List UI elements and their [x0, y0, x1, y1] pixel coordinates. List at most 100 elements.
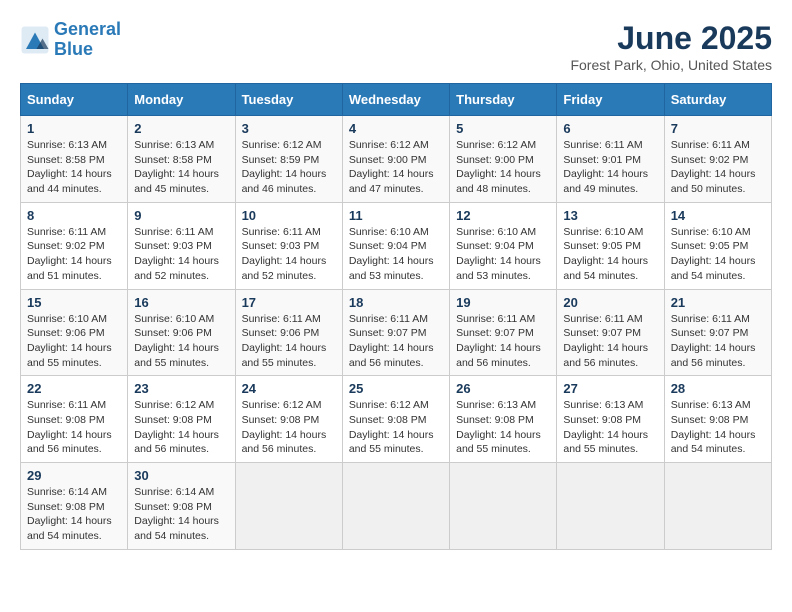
day-info: Sunrise: 6:11 AMSunset: 9:08 PMDaylight:… — [27, 398, 121, 457]
calendar-day-cell: 2 Sunrise: 6:13 AMSunset: 8:58 PMDaylight… — [128, 116, 235, 203]
day-number: 28 — [671, 381, 765, 396]
calendar-week-row: 29 Sunrise: 6:14 AMSunset: 9:08 PMDayligh… — [21, 463, 772, 550]
day-number: 18 — [349, 295, 443, 310]
day-info: Sunrise: 6:11 AMSunset: 9:02 PMDaylight:… — [671, 138, 765, 197]
day-info: Sunrise: 6:10 AMSunset: 9:04 PMDaylight:… — [349, 225, 443, 284]
calendar-week-row: 15 Sunrise: 6:10 AMSunset: 9:06 PMDayligh… — [21, 289, 772, 376]
day-of-week-header: Tuesday — [235, 84, 342, 116]
day-info: Sunrise: 6:12 AMSunset: 9:00 PMDaylight:… — [349, 138, 443, 197]
day-of-week-header: Wednesday — [342, 84, 449, 116]
day-number: 3 — [242, 121, 336, 136]
day-number: 21 — [671, 295, 765, 310]
calendar-day-cell: 25Sunrise: 6:12 AMSunset: 9:08 PMDayligh… — [342, 376, 449, 463]
calendar-day-cell — [450, 463, 557, 550]
calendar-day-cell: 18 Sunrise: 6:11 AMSunset: 9:07 PMDayligh… — [342, 289, 449, 376]
calendar-day-cell: 17 Sunrise: 6:11 AMSunset: 9:06 PMDayligh… — [235, 289, 342, 376]
calendar-day-cell — [235, 463, 342, 550]
day-number: 9 — [134, 208, 228, 223]
calendar-day-cell: 3 Sunrise: 6:12 AMSunset: 8:59 PMDaylight… — [235, 116, 342, 203]
day-number: 1 — [27, 121, 121, 136]
calendar-table: SundayMondayTuesdayWednesdayThursdayFrid… — [20, 83, 772, 550]
day-number: 13 — [563, 208, 657, 223]
day-of-week-header: Saturday — [664, 84, 771, 116]
calendar-day-cell: 12 Sunrise: 6:10 AMSunset: 9:04 PMDayligh… — [450, 202, 557, 289]
day-info: Sunrise: 6:11 AMSunset: 9:07 PMDaylight:… — [671, 312, 765, 371]
day-info: Sunrise: 6:12 AMSunset: 9:08 PMDaylight:… — [134, 398, 228, 457]
calendar-day-cell: 11Sunrise: 6:10 AMSunset: 9:04 PMDayligh… — [342, 202, 449, 289]
day-of-week-header: Sunday — [21, 84, 128, 116]
day-info: Sunrise: 6:13 AMSunset: 9:08 PMDaylight:… — [563, 398, 657, 457]
location-text: Forest Park, Ohio, United States — [570, 57, 772, 73]
day-info: Sunrise: 6:12 AMSunset: 9:00 PMDaylight:… — [456, 138, 550, 197]
day-of-week-header: Thursday — [450, 84, 557, 116]
day-info: Sunrise: 6:13 AMSunset: 8:58 PMDaylight:… — [134, 138, 228, 197]
day-info: Sunrise: 6:10 AMSunset: 9:04 PMDaylight:… — [456, 225, 550, 284]
calendar-day-cell: 19 Sunrise: 6:11 AMSunset: 9:07 PMDayligh… — [450, 289, 557, 376]
day-info: Sunrise: 6:10 AMSunset: 9:05 PMDaylight:… — [671, 225, 765, 284]
day-number: 5 — [456, 121, 550, 136]
day-number: 10 — [242, 208, 336, 223]
calendar-day-cell: 5 Sunrise: 6:12 AMSunset: 9:00 PMDaylight… — [450, 116, 557, 203]
calendar-week-row: 8 Sunrise: 6:11 AMSunset: 9:02 PMDaylight… — [21, 202, 772, 289]
calendar-day-cell: 9 Sunrise: 6:11 AMSunset: 9:03 PMDaylight… — [128, 202, 235, 289]
day-number: 4 — [349, 121, 443, 136]
calendar-header-row: SundayMondayTuesdayWednesdayThursdayFrid… — [21, 84, 772, 116]
calendar-day-cell: 13 Sunrise: 6:10 AMSunset: 9:05 PMDayligh… — [557, 202, 664, 289]
day-number: 17 — [242, 295, 336, 310]
day-number: 8 — [27, 208, 121, 223]
day-number: 7 — [671, 121, 765, 136]
day-info: Sunrise: 6:10 AMSunset: 9:06 PMDaylight:… — [27, 312, 121, 371]
day-info: Sunrise: 6:13 AMSunset: 8:58 PMDaylight:… — [27, 138, 121, 197]
day-number: 12 — [456, 208, 550, 223]
day-number: 27 — [563, 381, 657, 396]
day-of-week-header: Monday — [128, 84, 235, 116]
day-number: 24 — [242, 381, 336, 396]
logo-text: General Blue — [54, 20, 121, 60]
day-number: 25 — [349, 381, 443, 396]
day-info: Sunrise: 6:14 AMSunset: 9:08 PMDaylight:… — [27, 485, 121, 544]
calendar-day-cell: 27 Sunrise: 6:13 AMSunset: 9:08 PMDayligh… — [557, 376, 664, 463]
calendar-day-cell — [342, 463, 449, 550]
calendar-day-cell: 20Sunrise: 6:11 AMSunset: 9:07 PMDayligh… — [557, 289, 664, 376]
day-info: Sunrise: 6:10 AMSunset: 9:05 PMDaylight:… — [563, 225, 657, 284]
calendar-day-cell: 8 Sunrise: 6:11 AMSunset: 9:02 PMDaylight… — [21, 202, 128, 289]
calendar-day-cell — [557, 463, 664, 550]
calendar-day-cell: 26Sunrise: 6:13 AMSunset: 9:08 PMDayligh… — [450, 376, 557, 463]
day-info: Sunrise: 6:11 AMSunset: 9:06 PMDaylight:… — [242, 312, 336, 371]
calendar-day-cell: 7 Sunrise: 6:11 AMSunset: 9:02 PMDaylight… — [664, 116, 771, 203]
day-number: 29 — [27, 468, 121, 483]
logo: General Blue — [20, 20, 121, 60]
calendar-day-cell: 28 Sunrise: 6:13 AMSunset: 9:08 PMDayligh… — [664, 376, 771, 463]
day-info: Sunrise: 6:13 AMSunset: 9:08 PMDaylight:… — [671, 398, 765, 457]
day-of-week-header: Friday — [557, 84, 664, 116]
day-number: 20 — [563, 295, 657, 310]
day-info: Sunrise: 6:12 AMSunset: 9:08 PMDaylight:… — [242, 398, 336, 457]
day-number: 6 — [563, 121, 657, 136]
calendar-day-cell: 1 Sunrise: 6:13 AMSunset: 8:58 PMDaylight… — [21, 116, 128, 203]
day-number: 19 — [456, 295, 550, 310]
calendar-week-row: 22 Sunrise: 6:11 AMSunset: 9:08 PMDayligh… — [21, 376, 772, 463]
day-info: Sunrise: 6:11 AMSunset: 9:03 PMDaylight:… — [134, 225, 228, 284]
day-info: Sunrise: 6:12 AMSunset: 8:59 PMDaylight:… — [242, 138, 336, 197]
calendar-day-cell: 22 Sunrise: 6:11 AMSunset: 9:08 PMDayligh… — [21, 376, 128, 463]
day-number: 14 — [671, 208, 765, 223]
day-info: Sunrise: 6:11 AMSunset: 9:07 PMDaylight:… — [456, 312, 550, 371]
day-number: 22 — [27, 381, 121, 396]
calendar-day-cell: 30 Sunrise: 6:14 AMSunset: 9:08 PMDayligh… — [128, 463, 235, 550]
day-info: Sunrise: 6:11 AMSunset: 9:02 PMDaylight:… — [27, 225, 121, 284]
logo-icon — [20, 25, 50, 55]
calendar-day-cell: 21 Sunrise: 6:11 AMSunset: 9:07 PMDayligh… — [664, 289, 771, 376]
day-info: Sunrise: 6:11 AMSunset: 9:01 PMDaylight:… — [563, 138, 657, 197]
day-number: 2 — [134, 121, 228, 136]
calendar-day-cell — [664, 463, 771, 550]
day-info: Sunrise: 6:11 AMSunset: 9:07 PMDaylight:… — [349, 312, 443, 371]
day-info: Sunrise: 6:13 AMSunset: 9:08 PMDaylight:… — [456, 398, 550, 457]
calendar-day-cell: 14 Sunrise: 6:10 AMSunset: 9:05 PMDayligh… — [664, 202, 771, 289]
title-area: June 2025 Forest Park, Ohio, United Stat… — [570, 20, 772, 73]
day-number: 15 — [27, 295, 121, 310]
calendar-day-cell: 24 Sunrise: 6:12 AMSunset: 9:08 PMDayligh… — [235, 376, 342, 463]
day-info: Sunrise: 6:14 AMSunset: 9:08 PMDaylight:… — [134, 485, 228, 544]
calendar-week-row: 1 Sunrise: 6:13 AMSunset: 8:58 PMDaylight… — [21, 116, 772, 203]
day-number: 16 — [134, 295, 228, 310]
day-number: 30 — [134, 468, 228, 483]
